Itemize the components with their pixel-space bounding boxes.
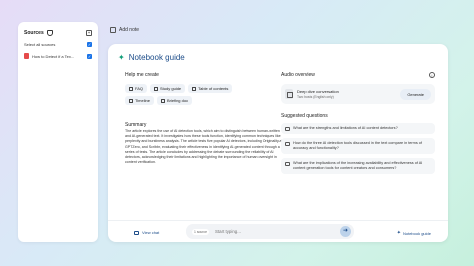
pdf-icon [24, 53, 29, 59]
sources-header: Sources + [24, 30, 92, 36]
notebook-title: Notebook guide [128, 53, 185, 62]
source-count-badge: 1 source [192, 228, 210, 235]
suggested-question[interactable]: What are the strengths and limitations o… [281, 123, 435, 134]
notebook-guide-label: Notebook guide [402, 230, 431, 236]
info-icon[interactable]: i [429, 72, 435, 78]
question-text: What are the implications of the increas… [293, 161, 423, 170]
sparkle-icon: ✦ [118, 53, 125, 62]
question-text: How do the three AI detection tools disc… [293, 141, 422, 150]
audio-card: Deep dive conversation Two hosts (Englis… [281, 84, 435, 104]
study-guide-button[interactable]: Study guide [150, 84, 186, 93]
table-of-contents-button[interactable]: Table of contents [188, 84, 233, 93]
notebook-guide-button[interactable]: ✦ Notebook guide [397, 230, 431, 236]
chat-input[interactable] [215, 229, 340, 234]
sources-title: Sources [24, 30, 44, 36]
study-guide-label: Study guide [160, 86, 182, 91]
briefing-doc-label: Briefing doc [166, 98, 189, 103]
faq-icon [129, 86, 133, 91]
left-column: Help me create FAQ Study guide Table of … [125, 72, 285, 165]
question-text: What are the strengths and limitations o… [293, 126, 398, 130]
note-icon [110, 27, 116, 33]
suggested-questions-title: Suggested questions [281, 113, 328, 119]
source-checkbox[interactable]: ✓ [87, 53, 92, 59]
faq-label: FAQ [135, 86, 144, 91]
send-arrow-icon[interactable]: ➜ [340, 226, 351, 237]
view-chat-button[interactable]: View chat [134, 230, 159, 235]
chat-icon [134, 230, 139, 235]
chat-bar: View chat 1 source ➜ ✦ Notebook guide [108, 220, 448, 242]
add-note-label: Add note [119, 27, 140, 33]
source-item[interactable]: How to Detect if a Tex... ✓ [24, 53, 92, 59]
timeline-button[interactable]: Timeline [125, 96, 154, 105]
generate-button[interactable]: Generate [400, 88, 431, 100]
view-chat-label: View chat [142, 230, 160, 235]
chat-bubble-icon [285, 142, 290, 146]
suggested-question[interactable]: How do the three AI detection tools disc… [281, 138, 435, 154]
add-source-icon[interactable]: + [86, 30, 92, 36]
notebook-guide-title: ✦ Notebook guide [118, 53, 185, 62]
add-note-button[interactable]: Add note [110, 27, 139, 33]
briefing-doc-icon [160, 98, 165, 103]
chat-bubble-icon [285, 162, 290, 166]
help-title: Help me create [125, 72, 159, 78]
chat-bubble-icon [285, 127, 290, 131]
select-all-label: Select all sources [24, 42, 56, 47]
summary-title: Summary [125, 122, 147, 128]
summary-text: The article explores the use of AI detec… [125, 129, 284, 165]
timeline-label: Timeline [135, 98, 150, 103]
suggested-question[interactable]: What are the implications of the increas… [281, 158, 435, 174]
audio-doc-icon [285, 89, 293, 99]
source-label: How to Detect if a Tex... [32, 53, 75, 59]
select-all-row[interactable]: Select all sources ✓ [24, 42, 92, 47]
table-of-contents-label: Table of contents [198, 86, 229, 91]
audio-overview-title: Audio overview [281, 72, 315, 78]
help-buttons: FAQ Study guide Table of contents Timeli… [125, 84, 250, 105]
audio-card-subtitle: Two hosts (English only) [297, 95, 334, 99]
faq-button[interactable]: FAQ [125, 84, 148, 93]
study-guide-icon [154, 86, 159, 91]
briefing-doc-button[interactable]: Briefing doc [156, 96, 193, 105]
audio-card-title: Deep dive conversation [297, 89, 339, 94]
sources-panel: Sources + Select all sources ✓ How to De… [18, 22, 98, 242]
timeline-icon [129, 98, 133, 103]
shield-icon [46, 30, 53, 36]
chat-input-box: 1 source ➜ [186, 224, 354, 239]
right-column: Audio overview i Deep dive conversation … [281, 72, 435, 174]
notebook-guide-panel: ✦ Notebook guide Help me create FAQ Stud… [108, 44, 448, 242]
sparkle-icon: ✦ [396, 230, 401, 236]
select-all-checkbox[interactable]: ✓ [87, 42, 92, 47]
table-of-contents-icon [192, 86, 197, 91]
